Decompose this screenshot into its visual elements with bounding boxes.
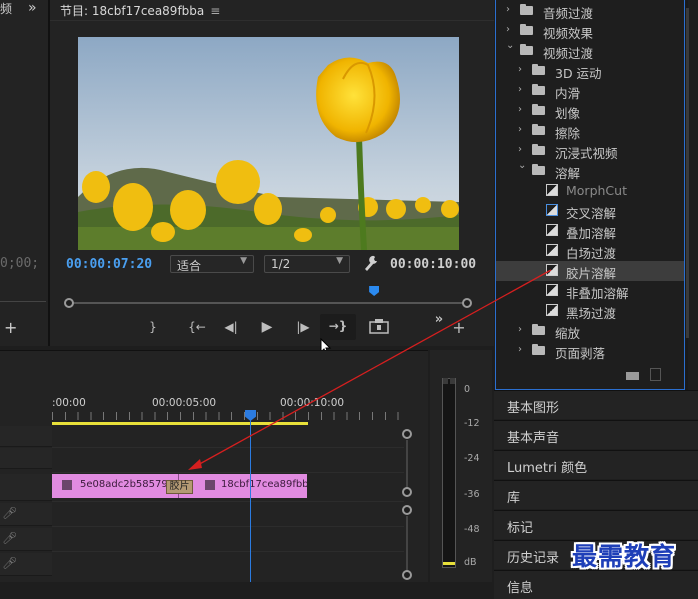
- watermark-logo: 最需教育: [572, 542, 677, 571]
- annotation-arrow: [188, 269, 552, 470]
